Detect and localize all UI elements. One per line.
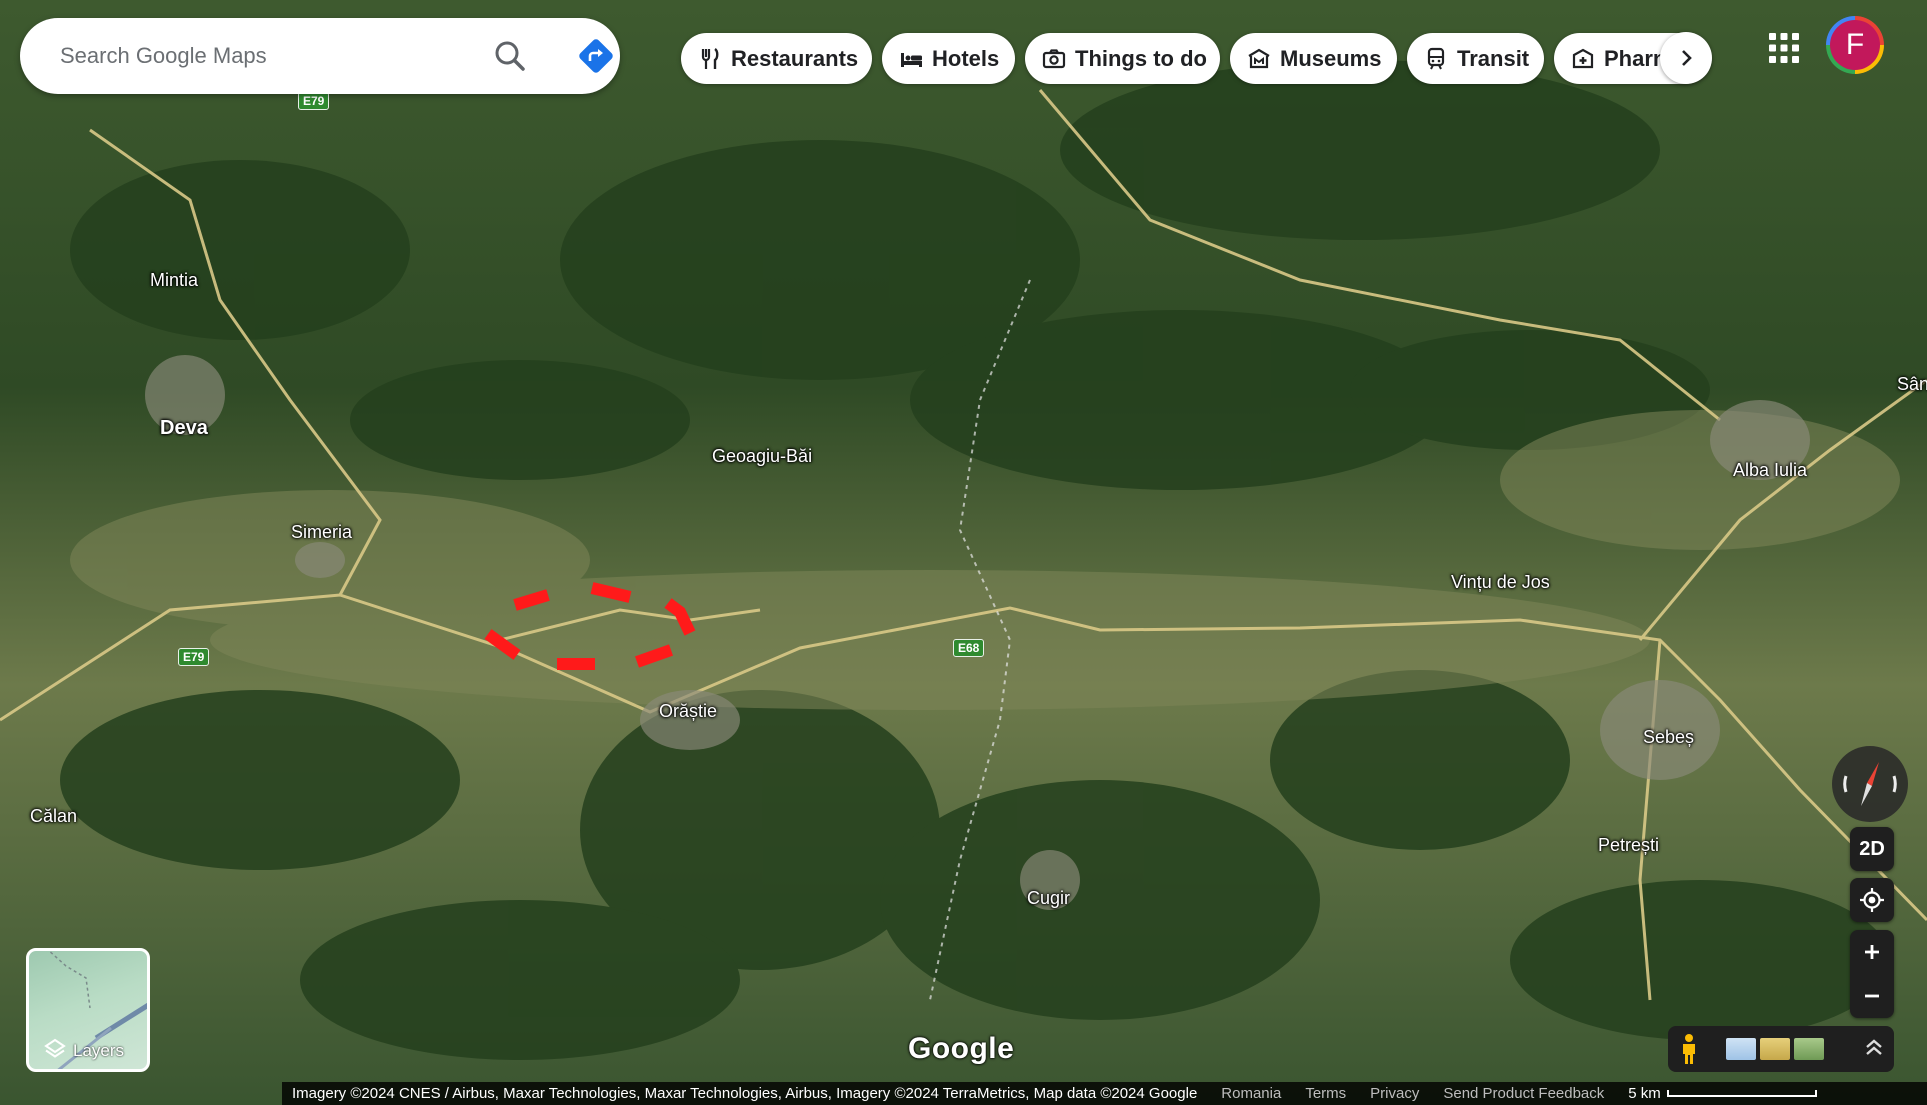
chip-transit[interactable]: Transit [1407, 33, 1544, 84]
camera-icon [1042, 48, 1066, 68]
road-badge-e79-top: E79 [298, 92, 330, 110]
chip-restaurants[interactable]: Restaurants [681, 33, 872, 84]
bottom-tray [1668, 1026, 1894, 1072]
fork-knife-icon [701, 47, 719, 69]
chip-label: Pharn [1604, 45, 1667, 71]
layers-icon [44, 1038, 66, 1058]
satellite-map[interactable] [0, 0, 1927, 1105]
imagery-thumbnail-satellite[interactable] [1760, 1038, 1790, 1060]
train-icon [1427, 47, 1445, 69]
layers-button[interactable]: Layers [26, 948, 150, 1072]
place-label-sebes[interactable]: Sebeș [1643, 727, 1694, 748]
chevron-right-icon [1682, 50, 1692, 66]
place-label-cugir[interactable]: Cugir [1027, 888, 1070, 909]
pharmacy-icon [1572, 48, 1594, 68]
my-location-icon [1860, 888, 1884, 912]
chip-museums[interactable]: Museums [1230, 33, 1397, 84]
layers-label: Layers [73, 1041, 125, 1060]
my-location-button[interactable] [1850, 878, 1894, 922]
google-logo: Google [908, 1032, 1015, 1065]
chip-hotels[interactable]: Hotels [882, 33, 1015, 84]
footer-link-terms[interactable]: Terms [1305, 1085, 1346, 1102]
footer-link-feedback[interactable]: Send Product Feedback [1443, 1085, 1604, 1102]
chip-label: Restaurants [731, 45, 859, 71]
place-label-alba-iulia[interactable]: Alba Iulia [1733, 460, 1807, 481]
place-label-orastie[interactable]: Orăștie [659, 701, 717, 722]
zoom-controls [1850, 930, 1894, 1018]
search-input[interactable] [58, 42, 442, 70]
compass-icon [1843, 762, 1897, 806]
place-label-vintu-de-jos[interactable]: Vințu de Jos [1451, 572, 1550, 593]
scale-indicator[interactable]: 5 km [1628, 1085, 1817, 1102]
place-label-mintia[interactable]: Mintia [150, 270, 198, 291]
road-badge-e79-left: E79 [178, 648, 210, 666]
zoom-out-button[interactable] [1850, 974, 1894, 1018]
chips-next-button[interactable] [1660, 32, 1712, 84]
scale-label: 5 km [1628, 1085, 1661, 1102]
compass-button[interactable] [1832, 746, 1908, 822]
avatar-initial: F [1830, 20, 1880, 70]
apps-grid-icon [1769, 33, 1799, 63]
place-label-san[interactable]: Sân [1897, 374, 1927, 395]
footer-link-privacy[interactable]: Privacy [1370, 1085, 1419, 1102]
pegman-icon[interactable] [1678, 1033, 1700, 1065]
bed-icon [901, 52, 922, 67]
footer-link-country[interactable]: Romania [1221, 1085, 1281, 1102]
expand-up-icon[interactable] [1862, 1036, 1886, 1060]
place-label-calan[interactable]: Călan [30, 806, 77, 827]
view-mode-2d-button[interactable]: 2D [1850, 827, 1894, 871]
imagery-thumbnail-terrain[interactable] [1726, 1038, 1756, 1060]
zoom-in-button[interactable] [1850, 930, 1894, 974]
chip-label: Things to do [1075, 45, 1207, 71]
minus-icon [1865, 994, 1879, 998]
place-label-deva[interactable]: Deva [160, 417, 208, 440]
directions-icon[interactable] [576, 36, 616, 76]
search-box [20, 18, 620, 94]
imagery-attribution: Imagery ©2024 CNES / Airbus, Maxar Techn… [292, 1085, 1198, 1102]
chip-things-to-do[interactable]: Things to do [1025, 33, 1220, 84]
scale-bar [1666, 1090, 1817, 1097]
chip-label: Museums [1280, 45, 1382, 71]
museum-icon [1248, 48, 1270, 68]
imagery-thumbnail-streetview[interactable] [1794, 1038, 1824, 1060]
chip-label: Hotels [932, 45, 1000, 71]
chip-label: Transit [1457, 45, 1530, 71]
place-label-geoagiu-bai[interactable]: Geoagiu-Băi [712, 446, 812, 467]
road-badge-e68: E68 [953, 639, 985, 657]
search-icon[interactable] [490, 36, 530, 76]
google-apps-button[interactable] [1766, 30, 1802, 66]
place-label-petresti[interactable]: Petrești [1598, 835, 1659, 856]
footer-bar: Imagery ©2024 CNES / Airbus, Maxar Techn… [282, 1082, 1927, 1105]
account-avatar[interactable]: F [1826, 16, 1884, 74]
place-label-simeria[interactable]: Simeria [291, 522, 352, 543]
plus-icon [1865, 945, 1879, 959]
